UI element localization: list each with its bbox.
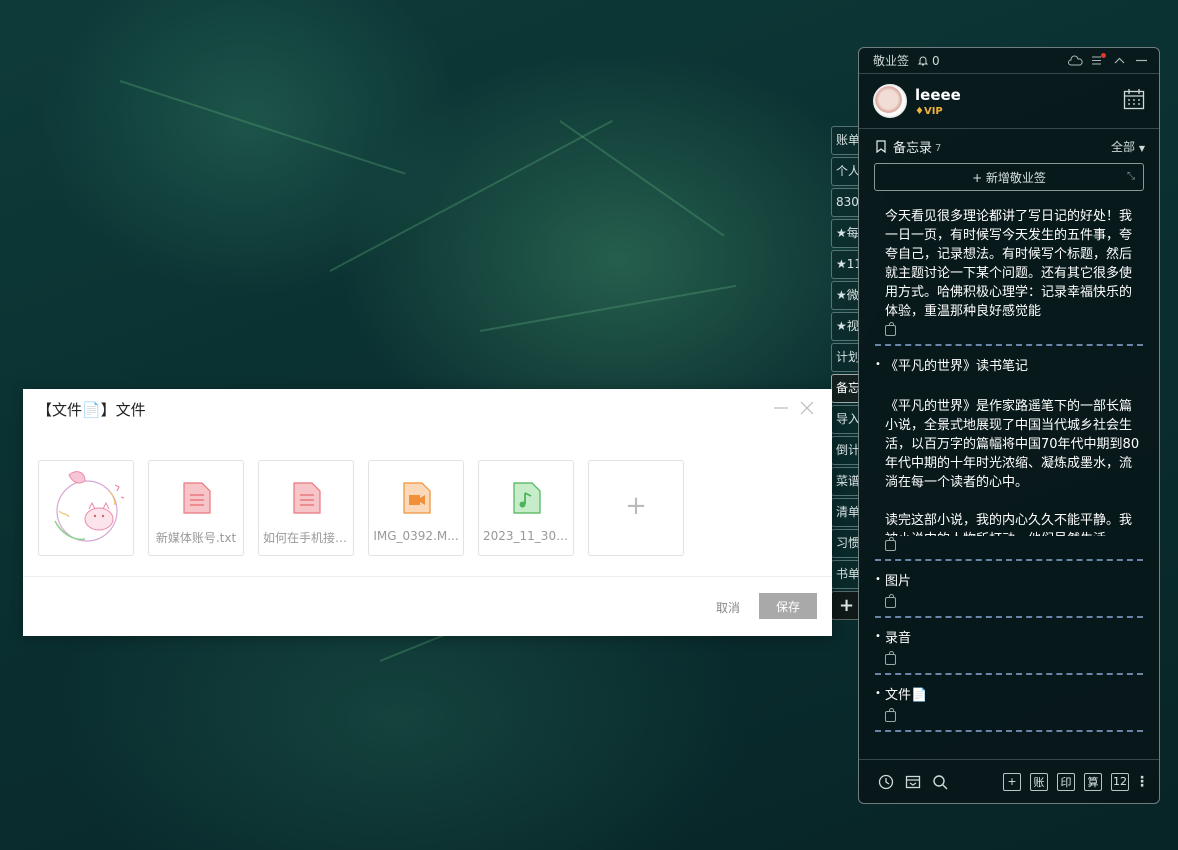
note-title: 录音 — [875, 626, 1143, 650]
side-tab-plan[interactable]: 计划 — [831, 343, 859, 372]
close-icon[interactable] — [800, 401, 814, 415]
clock-icon[interactable] — [877, 773, 895, 791]
more-icon[interactable]: ⋮ — [1135, 774, 1149, 790]
add-tab-button[interactable]: + — [831, 591, 859, 620]
side-tab-wechat[interactable]: ★微 — [831, 281, 859, 310]
avatar[interactable] — [873, 84, 907, 118]
diamond-icon: ♦ — [915, 105, 924, 117]
bell-icon — [917, 56, 929, 65]
cancel-button[interactable]: 取消 — [716, 599, 740, 616]
side-tabs: 账单 个人 830 ★每 ★11 ★微 ★视 计划 备忘 导入 倒计 菜谱 清单… — [831, 126, 859, 622]
new-note-button[interactable]: + 新增敬业签 ⤡ — [874, 163, 1144, 191]
note-body: 《平凡的世界》是作家路遥笔下的一部长篇小说，全景式地展现了中国当代城乡社会生活，… — [885, 399, 1140, 536]
side-tab-bill[interactable]: 账单 — [831, 126, 859, 155]
date-box-button[interactable]: 12 — [1111, 772, 1129, 791]
dialog-title: 【文件📄】文件 — [37, 401, 146, 419]
filter-dropdown[interactable]: 全部 ▼ — [1111, 138, 1145, 155]
note-body: 今天看见很多理论都讲了写日记的好处！我一日一页，有时候写今天发生的五件事，夸夸自… — [885, 209, 1133, 319]
lock-icon[interactable] — [885, 708, 896, 722]
note-title: 《平凡的世界》读书笔记 — [875, 354, 1143, 378]
note-item[interactable]: 《平凡的世界》读书笔记 《平凡的世界》是作家路遥笔下的一部长篇小说，全景式地展现… — [875, 354, 1143, 561]
app-name: 敬业签 — [873, 54, 910, 68]
notification-button[interactable]: 0 — [917, 54, 940, 68]
print-box-button[interactable]: 印 — [1057, 772, 1075, 791]
file-dialog: 【文件📄】文件 新媒体账号.txt 如何在手机接收... IMG_0392.M.… — [23, 389, 832, 636]
note-title: 文件📄 — [875, 683, 1143, 707]
add-file-button[interactable]: + — [588, 460, 684, 556]
menu-icon[interactable] — [1089, 52, 1106, 69]
memo-count: 7 — [935, 142, 942, 154]
side-tab-habit[interactable]: 习惯 — [831, 529, 859, 558]
side-tab-830[interactable]: 830 — [831, 188, 859, 217]
text-file-icon — [183, 482, 211, 514]
memo-title: 备忘录 — [893, 140, 933, 156]
notes-list: 今天看见很多理论都讲了写日记的好处！我一日一页，有时候写今天发生的五件事，夸夸自… — [859, 191, 1159, 765]
text-file-icon — [293, 482, 321, 514]
bookmark-icon — [876, 139, 886, 153]
side-tab-daily[interactable]: ★每 — [831, 219, 859, 248]
side-tab-11[interactable]: ★11 — [831, 250, 859, 279]
file-thumb-txt[interactable]: 如何在手机接收... — [258, 460, 354, 556]
side-tab-checklist[interactable]: 清单 — [831, 498, 859, 527]
add-box-button[interactable]: + — [1003, 772, 1021, 791]
note-item[interactable]: 录音 — [875, 626, 1143, 675]
plus-icon: + — [625, 491, 647, 521]
side-tab-personal[interactable]: 个人 — [831, 157, 859, 186]
filter-label: 全部 — [1111, 139, 1136, 154]
new-note-label: + 新增敬业签 — [972, 170, 1046, 185]
archive-icon[interactable] — [904, 773, 922, 791]
file-name: IMG_0392.M... — [373, 529, 459, 543]
vip-label: VIP — [923, 105, 943, 117]
side-tab-video[interactable]: ★视 — [831, 312, 859, 341]
bill-box-button[interactable]: 账 — [1030, 772, 1048, 791]
audio-file-icon — [513, 482, 541, 514]
unread-dot — [1101, 52, 1106, 58]
side-tab-memo[interactable]: 备忘 — [831, 374, 859, 403]
lock-icon[interactable] — [885, 537, 896, 551]
video-file-icon — [403, 482, 431, 514]
file-name: 新媒体账号.txt — [155, 531, 237, 545]
file-thumb-txt[interactable]: 新媒体账号.txt — [148, 460, 244, 556]
divider — [23, 576, 832, 577]
note-item[interactable]: 今天看见很多理论都讲了写日记的好处！我一日一页，有时候写今天发生的五件事，夸夸自… — [875, 207, 1143, 346]
search-icon[interactable] — [931, 773, 949, 791]
minimize-icon[interactable] — [1133, 53, 1149, 69]
file-list: 新媒体账号.txt 如何在手机接收... IMG_0392.M... 2023_… — [38, 460, 684, 556]
username: leeee — [915, 85, 961, 104]
user-header: leeee ♦VIP — [859, 74, 1159, 129]
file-name: 如何在手机接收... — [263, 531, 349, 545]
file-thumb-image[interactable] — [38, 460, 134, 556]
expand-icon[interactable]: ⤡ — [1127, 171, 1135, 182]
calendar-icon[interactable] — [1123, 88, 1145, 114]
collapse-icon[interactable] — [1111, 53, 1127, 69]
file-thumb-video[interactable]: IMG_0392.M... — [368, 460, 464, 556]
image-thumbnail — [54, 471, 125, 542]
title-bar: 敬业签 0 — [859, 48, 1159, 74]
dialog-controls — [774, 401, 814, 415]
lock-icon[interactable] — [885, 651, 896, 665]
cloud-sync-icon[interactable] — [1067, 53, 1083, 69]
note-item[interactable]: 图片 — [875, 569, 1143, 618]
file-thumb-audio[interactable]: 2023_11_30_0... — [478, 460, 574, 556]
lock-icon[interactable] — [885, 594, 896, 608]
side-tab-booklist[interactable]: 书单 — [831, 560, 859, 589]
note-title: 图片 — [875, 569, 1143, 593]
notes-panel: 敬业签 0 leeee ♦VIP 备忘录 7 全部 ▼ + 新增敬业签 ⤡ 今天… — [858, 47, 1160, 804]
file-name: 2023_11_30_0... — [483, 529, 569, 543]
lock-icon[interactable] — [885, 322, 896, 336]
minimize-icon[interactable] — [774, 401, 788, 415]
calc-box-button[interactable]: 算 — [1084, 772, 1102, 791]
vip-badge: ♦VIP — [915, 106, 961, 117]
save-button[interactable]: 保存 — [759, 593, 817, 619]
memo-header: 备忘录 7 全部 ▼ — [859, 129, 1159, 163]
caret-down-icon: ▼ — [1138, 143, 1145, 153]
side-tab-recipe[interactable]: 菜谱 — [831, 467, 859, 496]
note-item[interactable]: 文件📄 — [875, 683, 1143, 732]
notification-count: 0 — [932, 53, 940, 68]
bottom-toolbar: + 账 印 算 12 ⋮ — [859, 759, 1159, 803]
side-tab-import[interactable]: 导入 — [831, 405, 859, 434]
side-tab-countdown[interactable]: 倒计 — [831, 436, 859, 465]
